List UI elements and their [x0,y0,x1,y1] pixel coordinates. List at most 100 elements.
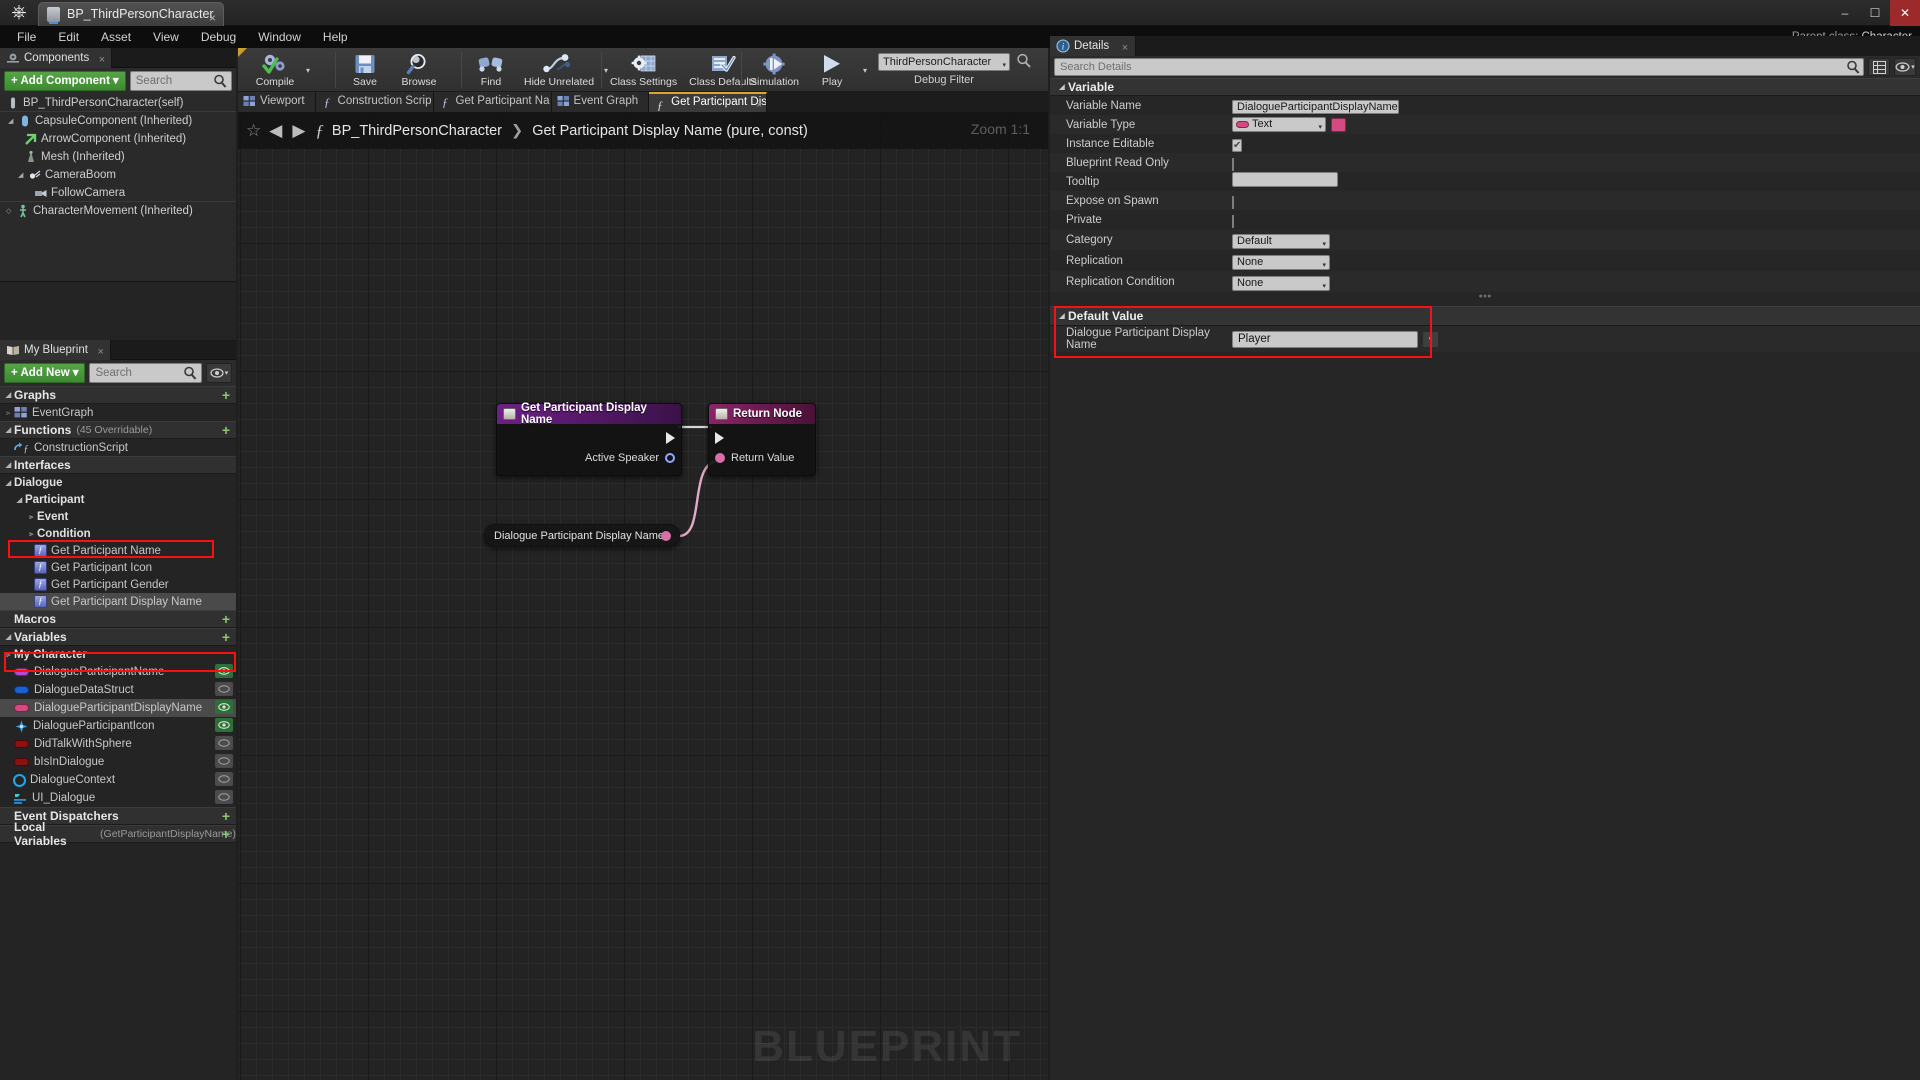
interface-function-get-participant-display-name[interactable]: ƒ Get Participant Display Name [0,593,236,610]
node-pin-exec-out[interactable] [497,428,681,448]
variable-type-select[interactable]: Text ▾ [1232,117,1326,132]
back-arrow-icon[interactable]: ◀ [267,121,284,141]
blueprint-graph-canvas[interactable]: ☆ ◀ ▶ ƒ BP_ThirdPersonCharacter ❯ Get Pa… [238,112,1048,1080]
replication-select[interactable]: None ▾ [1232,254,1330,270]
collapse-arrow-icon[interactable]: ◢ [3,461,14,469]
eye-icon[interactable] [215,682,233,696]
interface-function-get-participant-icon[interactable]: ƒ Get Participant Icon [0,559,236,576]
details-grid-view-button[interactable] [1868,58,1890,76]
minimize-button[interactable]: – [1830,0,1860,26]
tooltip-input[interactable] [1232,171,1338,187]
replication-condition-select[interactable]: None ▾ [1232,275,1330,291]
forward-arrow-icon[interactable]: ▶ [290,121,307,141]
interface-function-get-participant-name[interactable]: ƒ Get Participant Name [0,542,236,559]
expand-arrow-icon[interactable]: ◇ [6,207,16,215]
component-row-arrow[interactable]: ArrowComponent (Inherited) [0,130,236,148]
visibility-filter-button[interactable]: ▾ [206,363,232,383]
component-row-mesh[interactable]: Mesh (Inherited) [0,148,236,166]
browse-button[interactable]: Browse [392,48,446,92]
collapse-arrow-icon[interactable]: ◢ [3,633,14,641]
collapse-arrow-icon[interactable]: ◢ [3,479,14,487]
collapse-arrow-icon[interactable]: ◢ [1056,83,1068,91]
close-icon[interactable]: × [209,7,216,26]
blueprint-read-only-checkbox[interactable] [1232,157,1234,171]
variable-row[interactable]: DialogueContext [0,771,236,789]
menu-debug[interactable]: Debug [190,26,247,48]
add-variable-button[interactable]: + [222,629,230,645]
tab-my-blueprint[interactable]: My Blueprint × [0,340,111,360]
eye-icon[interactable] [215,700,233,714]
interface-node-event[interactable]: ▹ Event [0,508,236,525]
menu-window[interactable]: Window [247,26,312,48]
component-row-capsule[interactable]: ◢ CapsuleComponent (Inherited) [0,112,236,130]
graph-node-variable-getter[interactable]: Dialogue Participant Display Name [484,524,680,547]
tab-event-graph[interactable]: Event Graph [551,92,650,112]
document-tab[interactable]: BP_ThirdPersonCharacter × [38,2,224,26]
expand-arrow-icon[interactable]: ▹ [26,513,37,521]
eye-icon[interactable] [215,772,233,786]
component-row-charactermovement[interactable]: ◇ CharacterMovement (Inherited) [0,202,236,220]
variable-row[interactable]: DialogueParticipantDisplayName [0,699,236,717]
object-pin-icon[interactable] [665,453,675,463]
interface-function-get-participant-gender[interactable]: ƒ Get Participant Gender [0,576,236,593]
section-interfaces[interactable]: ◢ Interfaces [0,456,236,474]
variable-row[interactable]: DialogueParticipantName [0,663,236,681]
variable-row[interactable]: UI_Dialogue [0,789,236,807]
interface-node-participant[interactable]: ◢ Participant [0,491,236,508]
maximize-button[interactable]: ☐ [1860,0,1890,26]
tab-construction-script[interactable]: ƒ Construction Scrip [315,92,434,112]
components-search-input[interactable]: Search [129,71,232,91]
add-graph-button[interactable]: + [222,387,230,403]
node-pin-active-speaker[interactable]: Active Speaker [497,448,681,468]
collapse-arrow-icon[interactable]: ◢ [1056,312,1068,320]
node-pin-exec-in[interactable] [709,428,815,448]
compile-button[interactable]: Compile [248,48,302,92]
expand-arrow-icon[interactable]: ▹ [3,651,14,659]
save-button[interactable]: Save [338,48,392,92]
eye-icon[interactable] [215,790,233,804]
expand-arrow-icon[interactable]: ◢ [18,171,28,179]
variable-row[interactable]: DialogueParticipantIcon [0,717,236,735]
add-new-button[interactable]: + Add New ▾ [4,363,86,383]
graph-node-get-participant-display-name[interactable]: Get Participant Display Name Active Spea… [496,402,682,476]
menu-file[interactable]: File [6,26,47,48]
expose-on-spawn-checkbox[interactable] [1232,195,1234,209]
exec-pin-icon[interactable] [666,432,675,444]
section-variables[interactable]: ◢ Variables + [0,628,236,646]
tab-get-participant-display-name[interactable]: ƒ Get Participant Dis × [649,92,768,112]
chevron-down-icon[interactable]: ▾ [302,66,314,75]
expand-arrow-icon[interactable]: ▹ [26,530,37,538]
variable-row[interactable]: bIsInDialogue [0,753,236,771]
expand-arrow-icon[interactable]: ▹ [3,409,14,417]
eye-icon[interactable] [215,718,233,732]
exec-pin-icon[interactable] [715,432,724,444]
simulation-button[interactable]: Simulation [744,48,805,92]
eye-icon[interactable] [215,754,233,768]
tab-components[interactable]: Components × [0,48,113,68]
component-row-self[interactable]: BP_ThirdPersonCharacter(self) [0,94,236,112]
component-row-followcamera[interactable]: FollowCamera [0,184,236,202]
component-row-cameraboom[interactable]: ◢ CameraBoom [0,166,236,184]
details-category-variable[interactable]: ◢ Variable [1050,78,1920,96]
my-blueprint-search-input[interactable]: Search [89,363,202,383]
close-icon[interactable]: × [97,342,103,362]
add-function-button[interactable]: + [222,422,230,438]
interface-node-condition[interactable]: ▹ Condition [0,525,236,542]
expand-arrow-icon[interactable]: ◢ [8,117,18,125]
details-search-input[interactable]: Search Details [1054,58,1864,76]
menu-edit[interactable]: Edit [47,26,90,48]
section-macros[interactable]: Macros + [0,610,236,628]
close-icon[interactable]: × [756,97,762,112]
container-type-button[interactable] [1331,117,1346,132]
instance-editable-checkbox[interactable]: ✔ [1232,138,1243,152]
add-macro-button[interactable]: + [222,611,230,627]
class-settings-button[interactable]: Class Settings [604,48,683,92]
details-category-default-value[interactable]: ◢ Default Value [1050,306,1920,326]
add-component-button[interactable]: + Add Component ▾ [4,71,126,91]
tab-get-participant-name[interactable]: ƒ Get Participant Na [433,92,552,112]
collapse-arrow-icon[interactable]: ◢ [14,496,25,504]
menu-view[interactable]: View [142,26,190,48]
add-local-variable-button[interactable]: + [222,826,230,842]
variable-group-my-character[interactable]: ▹ My Character [0,646,236,663]
menu-asset[interactable]: Asset [90,26,142,48]
